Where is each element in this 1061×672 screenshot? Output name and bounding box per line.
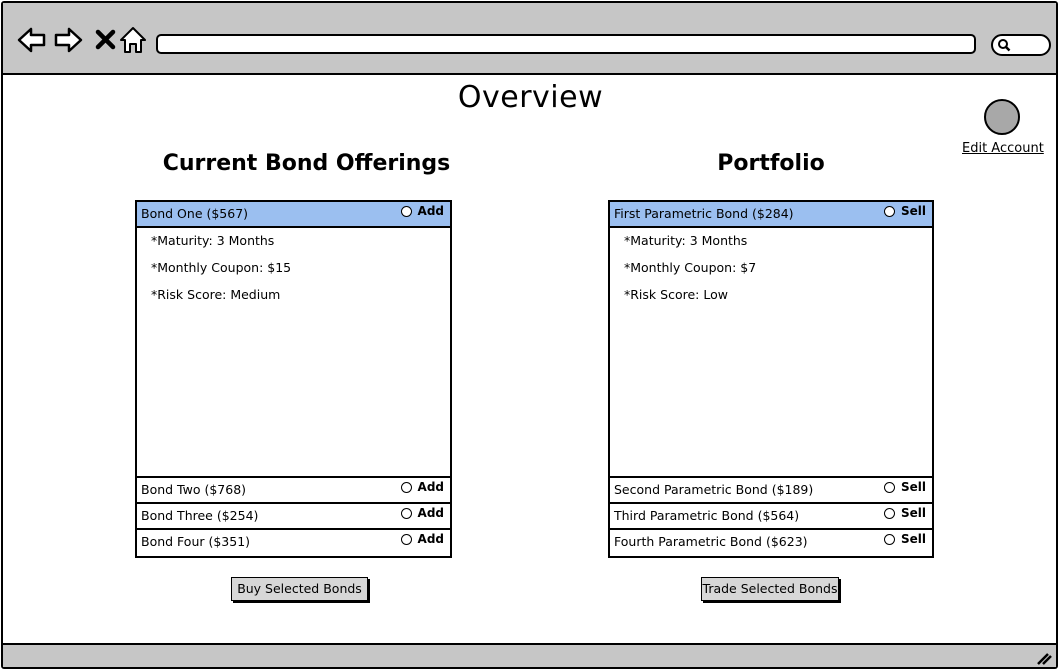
offerings-heading: Current Bond Offerings [162, 151, 451, 176]
add-radio[interactable]: Add [400, 527, 444, 551]
portfolio-label: First Parametric Bond ($284) [614, 206, 794, 221]
trade-selected-bonds-button[interactable]: Trade Selected Bonds [701, 577, 839, 601]
portfolio-details: *Maturity: 3 Months *Monthly Coupon: $7 … [610, 228, 932, 478]
offerings-list: Bond One ($567) Add *Maturity: 3 Months … [135, 200, 452, 558]
radio-icon[interactable] [883, 534, 895, 545]
sell-radio[interactable]: Sell [883, 199, 926, 223]
buy-selected-bonds-button[interactable]: Buy Selected Bonds [231, 577, 368, 601]
add-radio[interactable]: Add [400, 199, 444, 223]
offering-label: Bond One ($567) [141, 206, 249, 221]
offering-row[interactable]: Bond Four ($351) Add [137, 530, 450, 556]
offering-label: Bond Four ($351) [141, 534, 251, 549]
search-field[interactable] [991, 34, 1051, 56]
radio-icon[interactable] [400, 482, 412, 493]
detail-risk: *Risk Score: Low [624, 287, 728, 302]
radio-icon[interactable] [883, 508, 895, 519]
close-icon[interactable] [91, 25, 121, 55]
radio-icon[interactable] [883, 206, 895, 217]
detail-maturity: *Maturity: 3 Months [624, 233, 748, 248]
portfolio-row[interactable]: Fourth Parametric Bond ($623) Sell [610, 530, 932, 556]
portfolio-list: First Parametric Bond ($284) Sell *Matur… [608, 200, 934, 558]
portfolio-heading: Portfolio [717, 151, 825, 176]
sell-radio[interactable]: Sell [883, 501, 926, 525]
detail-maturity: *Maturity: 3 Months [151, 233, 275, 248]
avatar[interactable] [984, 99, 1020, 135]
portfolio-row-selected[interactable]: First Parametric Bond ($284) Sell [610, 202, 932, 228]
address-bar[interactable] [156, 34, 976, 54]
offering-label: Bond Three ($254) [141, 508, 259, 523]
status-bar [3, 643, 1056, 667]
offering-details: *Maturity: 3 Months *Monthly Coupon: $15… [137, 228, 450, 478]
sell-radio[interactable]: Sell [883, 475, 926, 499]
detail-risk: *Risk Score: Medium [151, 287, 281, 302]
resize-handle-icon[interactable] [1036, 651, 1052, 665]
radio-icon[interactable] [400, 206, 412, 217]
radio-icon[interactable] [400, 508, 412, 519]
detail-coupon: *Monthly Coupon: $7 [624, 260, 757, 275]
add-radio[interactable]: Add [400, 501, 444, 525]
browser-toolbar [3, 3, 1056, 75]
portfolio-label: Second Parametric Bond ($189) [614, 482, 814, 497]
edit-account-link[interactable]: Edit Account [962, 141, 1044, 156]
portfolio-label: Third Parametric Bond ($564) [614, 508, 800, 523]
forward-arrow-icon[interactable] [53, 25, 83, 55]
offering-row-selected[interactable]: Bond One ($567) Add [137, 202, 450, 228]
page-title: Overview [457, 80, 604, 115]
portfolio-label: Fourth Parametric Bond ($623) [614, 534, 808, 549]
detail-coupon: *Monthly Coupon: $15 [151, 260, 292, 275]
radio-icon[interactable] [400, 534, 412, 545]
sell-radio[interactable]: Sell [883, 527, 926, 551]
radio-icon[interactable] [883, 482, 895, 493]
home-icon[interactable] [118, 25, 148, 55]
add-radio[interactable]: Add [400, 475, 444, 499]
search-icon [998, 39, 1011, 52]
back-arrow-icon[interactable] [17, 25, 47, 55]
offering-label: Bond Two ($768) [141, 482, 247, 497]
